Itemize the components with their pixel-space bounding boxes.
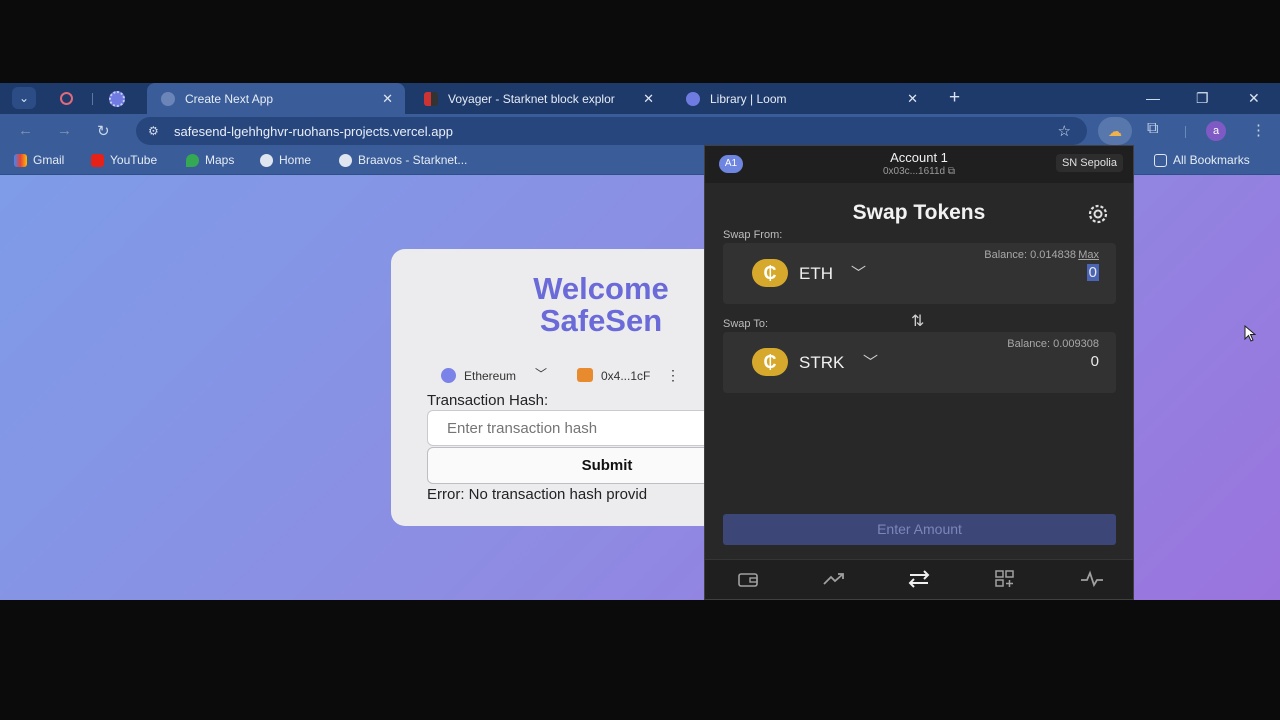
new-tab-button[interactable]: + bbox=[949, 87, 960, 109]
close-window-icon[interactable]: ✕ bbox=[1248, 90, 1260, 107]
swap-from-label: Swap From: bbox=[723, 229, 783, 241]
record-icon[interactable] bbox=[60, 92, 73, 105]
close-tab-icon[interactable]: ✕ bbox=[382, 91, 393, 107]
maps-icon bbox=[186, 153, 199, 167]
globe-icon bbox=[339, 153, 352, 167]
youtube-icon bbox=[91, 153, 104, 167]
strk-token-icon: ₵ bbox=[752, 348, 788, 376]
tab-label: Voyager - Starknet block explor bbox=[448, 91, 615, 106]
chain-selector[interactable]: Ethereum bbox=[464, 369, 516, 383]
close-tab-icon[interactable]: ✕ bbox=[643, 91, 654, 107]
to-amount: 0 bbox=[1090, 353, 1099, 370]
restore-icon[interactable]: ❐ bbox=[1196, 90, 1209, 107]
starknet-icon[interactable] bbox=[109, 91, 125, 107]
reload-icon[interactable]: ↻ bbox=[97, 122, 110, 140]
copy-icon[interactable]: ⧉ bbox=[948, 166, 955, 177]
bookmark-star-icon[interactable]: ☆ bbox=[1058, 122, 1071, 140]
chevron-down-icon[interactable]: ﹀ bbox=[851, 262, 866, 283]
url-text: safesend-lgehhghvr-ruohans-projects.verc… bbox=[174, 124, 453, 139]
bookmark-home[interactable]: Home bbox=[260, 153, 311, 167]
tab-strip: ⌄ Create Next App ✕ Voyager - Starknet b… bbox=[0, 83, 1280, 114]
swap-to-box: ₵ STRK ﹀ Balance: 0.009308 0 bbox=[723, 332, 1116, 393]
globe-icon bbox=[161, 91, 175, 106]
minimize-icon[interactable]: — bbox=[1146, 90, 1160, 106]
browser-window: ⌄ Create Next App ✕ Voyager - Starknet b… bbox=[0, 83, 1280, 600]
tab-label: Library | Loom bbox=[710, 91, 787, 106]
trending-icon[interactable] bbox=[822, 570, 846, 588]
tab-voyager[interactable]: Voyager - Starknet block explor ✕ bbox=[410, 83, 666, 114]
swap-from-box: ₵ ETH ﹀ Balance: 0.014838 Max 0 bbox=[723, 243, 1116, 304]
bookmark-gmail[interactable]: Gmail bbox=[14, 153, 64, 167]
browser-toolbar: ← → ↻ ⚙ safesend-lgehhghvr-ruohans-proje… bbox=[0, 114, 1280, 147]
profile-avatar[interactable]: a bbox=[1206, 121, 1226, 141]
bookmark-maps[interactable]: Maps bbox=[186, 153, 234, 167]
metamask-icon bbox=[577, 368, 593, 382]
enter-amount-button[interactable]: Enter Amount bbox=[723, 514, 1116, 545]
network-badge[interactable]: SN Sepolia bbox=[1055, 154, 1123, 172]
close-tab-icon[interactable]: ✕ bbox=[907, 91, 918, 107]
settings-gear-icon[interactable] bbox=[1085, 201, 1111, 227]
forward-icon[interactable]: → bbox=[57, 122, 72, 139]
all-bookmarks[interactable]: All Bookmarks bbox=[1154, 153, 1250, 167]
connect-bar: Ethereum ﹀ 0x4...1cF ⋮ bbox=[427, 362, 727, 388]
folder-icon bbox=[1154, 153, 1167, 167]
wallet-bottom-nav bbox=[705, 559, 1133, 599]
swap-icon[interactable] bbox=[907, 570, 931, 588]
globe-icon bbox=[260, 153, 273, 167]
from-amount-input[interactable]: 0 bbox=[1086, 264, 1099, 281]
gmail-icon bbox=[14, 153, 27, 167]
swap-direction-icon[interactable]: ⇅ bbox=[911, 311, 924, 331]
wallet-header: A1 Account 1 0x03c...1611d ⧉ SN Sepolia bbox=[705, 146, 1133, 183]
transaction-hash-label: Transaction Hash: bbox=[427, 392, 549, 409]
extensions-icon[interactable]: ⧉ bbox=[1147, 120, 1158, 138]
mouse-cursor-icon bbox=[1244, 325, 1257, 342]
max-button[interactable]: Max bbox=[1078, 249, 1099, 261]
bookmark-braavos[interactable]: Braavos - Starknet... bbox=[339, 153, 467, 167]
eth-token-icon: ₵ bbox=[752, 259, 788, 287]
menu-icon[interactable]: ⋮ bbox=[1251, 121, 1266, 139]
tab-label: Create Next App bbox=[185, 91, 274, 106]
from-token-symbol[interactable]: ETH bbox=[799, 264, 833, 284]
to-token-symbol[interactable]: STRK bbox=[799, 353, 844, 373]
from-balance: Balance: 0.014838 bbox=[984, 249, 1076, 261]
to-balance: Balance: 0.009308 bbox=[1007, 338, 1099, 350]
apps-icon[interactable] bbox=[994, 570, 1016, 588]
loom-icon bbox=[686, 91, 700, 106]
address-bar[interactable]: ⚙ safesend-lgehhghvr-ruohans-projects.ve… bbox=[136, 117, 1087, 145]
activity-icon[interactable] bbox=[1080, 570, 1104, 588]
more-options-icon[interactable]: ⋮ bbox=[666, 367, 680, 384]
swap-to-label: Swap To: bbox=[723, 318, 769, 330]
wallet-popup: A1 Account 1 0x03c...1611d ⧉ SN Sepolia … bbox=[704, 145, 1134, 600]
swap-title: Swap Tokens bbox=[852, 201, 986, 224]
bookmark-youtube[interactable]: YouTube bbox=[91, 153, 157, 167]
tab-create-next-app[interactable]: Create Next App ✕ bbox=[147, 83, 405, 114]
error-message: Error: No transaction hash provid bbox=[427, 486, 648, 503]
chevron-down-icon[interactable]: ﹀ bbox=[863, 351, 878, 372]
tab-search-icon[interactable]: ⌄ bbox=[12, 87, 36, 109]
ethereum-icon bbox=[441, 368, 456, 383]
wallet-icon[interactable] bbox=[737, 570, 759, 588]
wallet-address[interactable]: 0x4...1cF bbox=[601, 369, 650, 383]
voyager-icon bbox=[424, 91, 438, 106]
site-info-icon[interactable]: ⚙ bbox=[148, 124, 159, 138]
braavos-extension-icon[interactable]: ☁ bbox=[1098, 117, 1132, 145]
chevron-down-icon[interactable]: ﹀ bbox=[535, 365, 547, 382]
tab-loom[interactable]: Library | Loom ✕ bbox=[672, 83, 930, 114]
back-icon[interactable]: ← bbox=[18, 122, 33, 139]
